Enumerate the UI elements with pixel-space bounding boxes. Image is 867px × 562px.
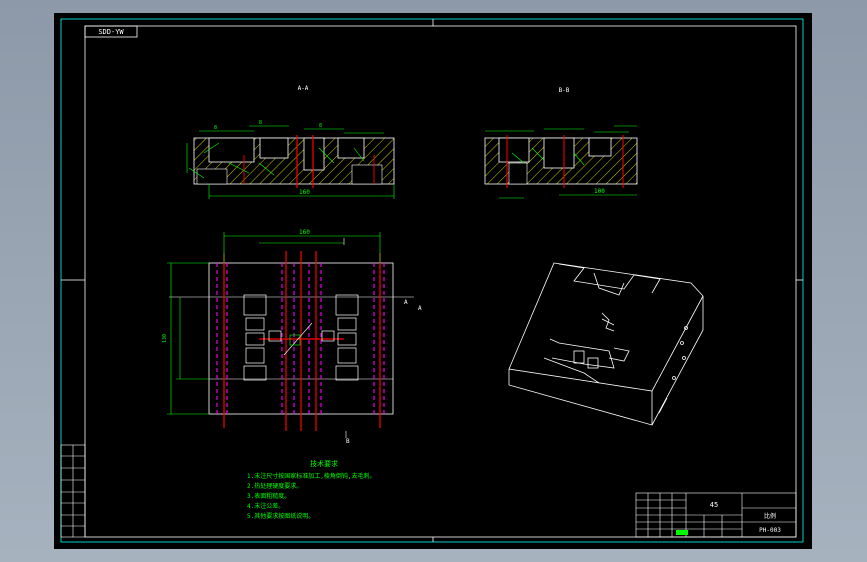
section-a-label: A-A [298, 85, 309, 92]
plan-bottom-marker-b: B [346, 438, 350, 445]
svg-text:100: 100 [594, 188, 605, 195]
cad-drawing-canvas[interactable]: SDD-YW A-A 160 8 8 8 B-B 100 160 130 A A… [54, 13, 812, 549]
svg-text:160: 160 [299, 189, 310, 196]
engineering-drawing: SDD-YW A-A 160 8 8 8 B-B 100 160 130 A A… [60, 18, 804, 543]
svg-text:8: 8 [214, 125, 217, 131]
tech-requirements-list: 1.未注尺寸按国家标准加工,棱角倒钝,去毛刺。 2.热处理硬度要求。 3.表面粗糙度… [247, 472, 375, 520]
tech-requirement-line: 3.表面粗糙度。 [247, 492, 290, 500]
title-block-scale-label: 比例 [764, 512, 776, 520]
svg-text:130: 130 [162, 334, 168, 343]
tech-requirement-line: 1.未注尺寸按国家标准加工,棱角倒钝,去毛刺。 [247, 472, 375, 480]
title-block-green-mark [676, 530, 688, 535]
tech-requirement-line: 2.热处理硬度要求。 [247, 482, 302, 490]
title-block-material: 45 [710, 501, 718, 509]
sheet-inner-border [84, 25, 797, 538]
sheet-outer-frame [60, 18, 804, 543]
tech-requirement-line: 4.未注公差。 [247, 502, 284, 510]
title-block-drawing-number: PH-003 [759, 527, 781, 534]
svg-text:160: 160 [299, 229, 310, 236]
section-a-view: 160 8 8 8 [186, 120, 395, 199]
plan-section-marker-a: A [404, 299, 408, 306]
drawing-code-text: SDD-YW [98, 28, 124, 36]
left-revision-table [60, 444, 86, 538]
plan-view: 160 130 A A B [162, 229, 422, 445]
section-b-label: B-B [559, 87, 570, 94]
tech-requirements-title: 技术要求 [310, 459, 338, 468]
svg-text:8: 8 [319, 123, 322, 129]
tech-requirement-line: 5.其他要求按图纸说明。 [247, 512, 314, 520]
svg-text:8: 8 [259, 120, 262, 126]
isometric-view [508, 262, 704, 426]
section-b-view: 100 [484, 125, 638, 199]
plan-side-marker-a: A [418, 305, 422, 312]
